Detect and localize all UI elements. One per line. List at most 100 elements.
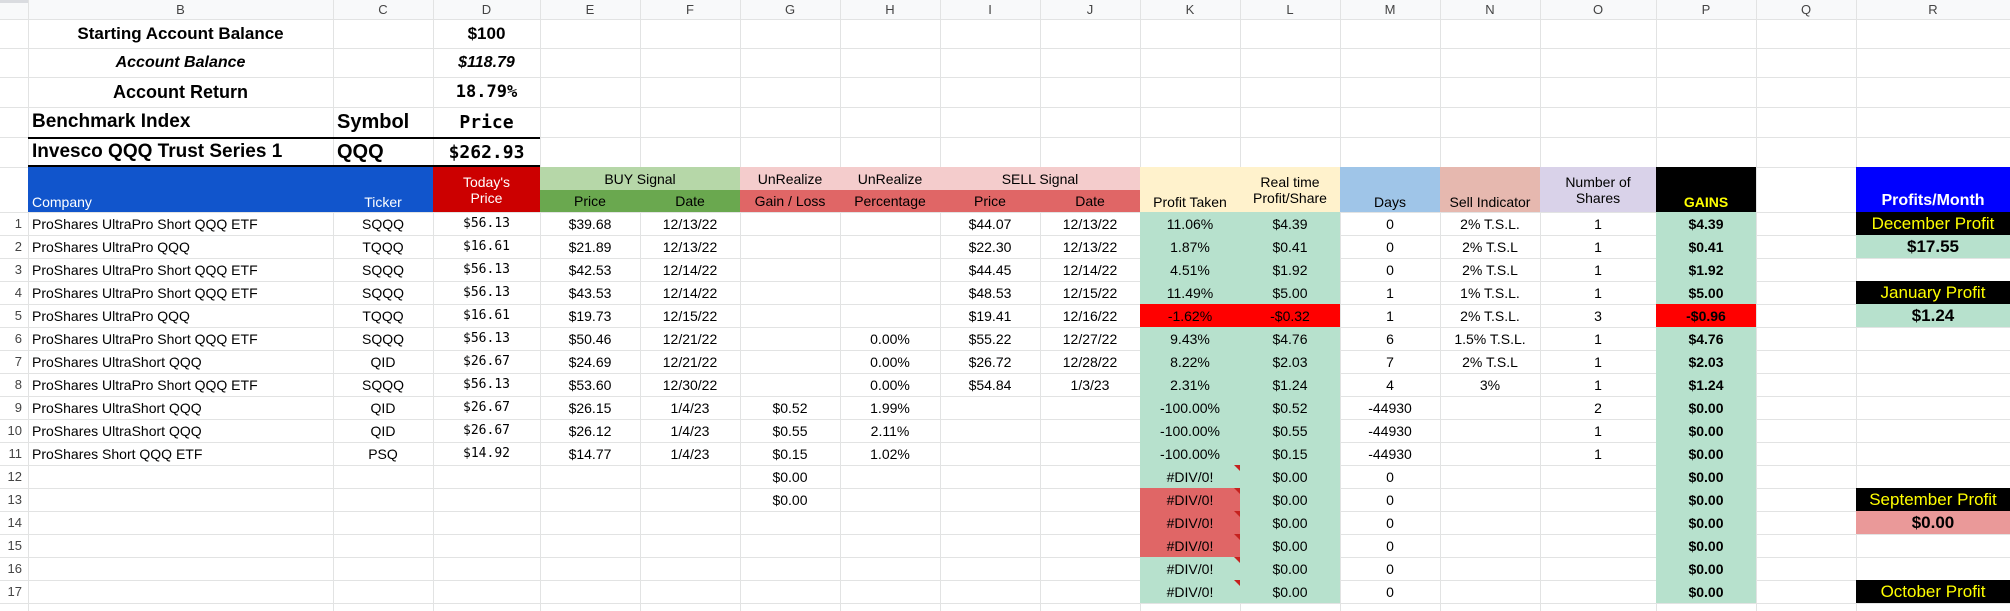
profit-taken-cell[interactable]: #DIV/0! [1140,488,1240,511]
profit-taken-cell[interactable]: -100.00% [1140,419,1240,442]
sell-price-cell[interactable]: $48.53 [940,281,1040,304]
ticker-cell[interactable] [333,511,433,534]
sell-indicator-cell[interactable]: 2% T.S.L [1440,350,1540,373]
sell-price-cell[interactable]: $22.30 [940,235,1040,258]
sell-indicator-cell[interactable] [1440,419,1540,442]
summary-benchmark_price[interactable]: $262.93 [433,137,540,167]
unrealized-pct-cell[interactable] [840,580,940,603]
summary-starting_balance_value[interactable]: $100 [433,19,540,48]
realtime-profit-cell[interactable]: $0.55 [1240,419,1340,442]
unrealized-gl-cell[interactable] [740,557,840,580]
unrealized-pct-cell[interactable] [840,511,940,534]
buy-date-cell[interactable] [640,511,740,534]
sell-price-cell[interactable] [940,580,1040,603]
column-header-I[interactable]: I [940,0,1040,19]
sell-price-cell[interactable] [940,488,1040,511]
sell-indicator-cell[interactable] [1440,465,1540,488]
gains-cell[interactable]: $1.24 [1656,373,1756,396]
unrealized-gl-cell[interactable] [740,511,840,534]
buy-date-cell[interactable] [640,534,740,557]
todays-price-cell[interactable]: $56.13 [433,212,540,235]
unrealized-gl-cell[interactable] [740,281,840,304]
sell-date-cell[interactable]: 12/28/22 [1040,350,1140,373]
unrealized-pct-cell[interactable] [840,488,940,511]
unrealized-pct-cell[interactable] [840,281,940,304]
ticker-cell[interactable]: TQQQ [333,304,433,327]
gains-cell[interactable]: $5.00 [1656,281,1756,304]
profit-taken-cell[interactable]: -1.62% [1140,304,1240,327]
column-header-F[interactable]: F [640,0,740,19]
column-header-J[interactable]: J [1040,0,1140,19]
realtime-profit-cell[interactable]: $0.52 [1240,396,1340,419]
unrealized-gl-cell[interactable]: $0.52 [740,396,840,419]
days-cell[interactable]: 6 [1340,327,1440,350]
sell-indicator-cell[interactable]: 2% T.S.L. [1440,212,1540,235]
ticker-cell[interactable]: PSQ [333,442,433,465]
todays-price-cell[interactable]: $26.67 [433,419,540,442]
december-profit-label[interactable]: December Profit [1856,212,2010,235]
buy-price-cell[interactable]: $43.53 [540,281,640,304]
unrealized-pct-cell[interactable] [840,534,940,557]
profit-taken-cell[interactable]: #DIV/0! [1140,465,1240,488]
buy-price-cell[interactable]: $14.77 [540,442,640,465]
gains-cell[interactable]: $0.00 [1656,419,1756,442]
sell-indicator-cell[interactable]: 2% T.S.L [1440,258,1540,281]
days-cell[interactable]: 0 [1340,511,1440,534]
buy-date-cell[interactable]: 12/13/22 [640,212,740,235]
sell-date-cell[interactable] [1040,465,1140,488]
unrealized-gl-cell[interactable] [740,327,840,350]
sell-price-cell[interactable]: $55.22 [940,327,1040,350]
sell-date-cell[interactable] [1040,534,1140,557]
gains-cell[interactable]: $0.41 [1656,235,1756,258]
todays-price-cell[interactable] [433,465,540,488]
shares-cell[interactable]: 1 [1540,212,1656,235]
column-header-B[interactable]: B [28,0,333,19]
days-cell[interactable]: -44930 [1340,396,1440,419]
realtime-profit-cell[interactable]: $1.92 [1240,258,1340,281]
ticker-cell[interactable] [333,534,433,557]
sell-price-cell[interactable] [940,396,1040,419]
unrealized-gl-cell[interactable] [740,212,840,235]
profit-taken-cell[interactable]: 9.43% [1140,327,1240,350]
buy-price-cell[interactable]: $53.60 [540,373,640,396]
sell-price-cell[interactable]: $26.72 [940,350,1040,373]
sell-indicator-cell[interactable] [1440,396,1540,419]
sell-price-cell[interactable]: $44.07 [940,212,1040,235]
company-cell[interactable] [28,534,333,557]
sell-date-cell[interactable]: 12/13/22 [1040,235,1140,258]
sell-price-cell[interactable]: $44.45 [940,258,1040,281]
unrealized-gl-cell[interactable] [740,534,840,557]
summary-benchmark_name[interactable]: Invesco QQQ Trust Series 1 [28,137,333,167]
ticker-cell[interactable]: SQQQ [333,327,433,350]
ticker-cell[interactable]: SQQQ [333,212,433,235]
company-cell[interactable] [28,511,333,534]
days-cell[interactable]: 0 [1340,488,1440,511]
shares-cell[interactable]: 1 [1540,235,1656,258]
buy-price-cell[interactable] [540,580,640,603]
realtime-profit-cell[interactable]: -$0.32 [1240,304,1340,327]
summary-account_balance_value[interactable]: $118.79 [433,48,540,77]
buy-date-cell[interactable]: 12/14/22 [640,258,740,281]
shares-cell[interactable]: 1 [1540,350,1656,373]
column-header-Q[interactable]: Q [1756,0,1856,19]
todays-price-cell[interactable] [433,580,540,603]
gains-cell[interactable]: $2.03 [1656,350,1756,373]
shares-cell[interactable]: 1 [1540,258,1656,281]
company-cell[interactable]: ProShares Short QQQ ETF [28,442,333,465]
days-cell[interactable]: 1 [1340,304,1440,327]
realtime-profit-cell[interactable]: $0.00 [1240,488,1340,511]
days-cell[interactable]: 0 [1340,534,1440,557]
gains-cell[interactable]: $0.00 [1656,396,1756,419]
unrealized-pct-cell[interactable]: 0.00% [840,327,940,350]
column-header-E[interactable]: E [540,0,640,19]
realtime-profit-cell[interactable]: $0.00 [1240,465,1340,488]
realtime-profit-cell[interactable]: $0.00 [1240,580,1340,603]
sell-date-cell[interactable] [1040,419,1140,442]
profit-taken-cell[interactable]: -100.00% [1140,396,1240,419]
buy-price-cell[interactable]: $26.15 [540,396,640,419]
unrealized-gl-cell[interactable]: $0.00 [740,488,840,511]
ticker-cell[interactable]: SQQQ [333,281,433,304]
shares-cell[interactable] [1540,580,1656,603]
sell-price-cell[interactable] [940,557,1040,580]
column-header-P[interactable]: P [1656,0,1756,19]
